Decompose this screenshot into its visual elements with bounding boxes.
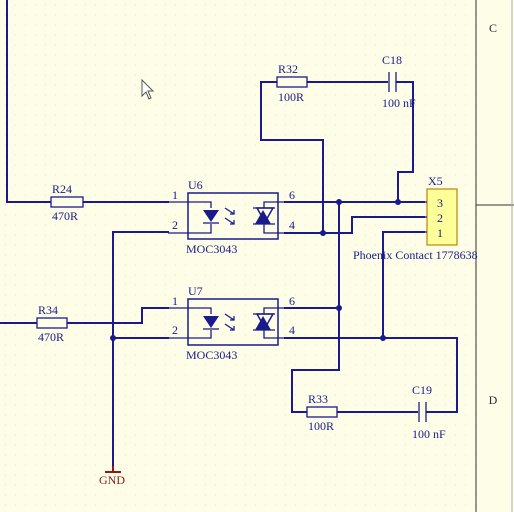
capacitor-c19-value: 100 nF [412,427,446,441]
resistor-r34[interactable]: R34 470R [36,303,68,344]
u7-pin4-number: 4 [289,323,295,337]
x5-ref: X5 [428,174,443,188]
u7-pin6-number: 6 [289,294,295,308]
resistor-r33-ref: R33 [308,392,328,406]
u6-part: MOC3043 [186,242,237,256]
u7-pin2-number: 2 [172,323,178,337]
zone-label-d: D [489,393,498,407]
junction-dots [110,199,401,341]
optocoupler-u6[interactable]: 1 2 6 4 U6 MOC3043 [168,178,300,256]
capacitor-c18-value: 100 nF [382,96,416,110]
resistor-r32-ref: R32 [278,62,298,76]
x5-pin-2: 2 [437,211,443,225]
u7-pin1-number: 1 [172,294,178,308]
wires [0,0,458,473]
mouse-pointer-icon [141,78,155,100]
sheet-border [475,0,514,512]
u6-ref: U6 [188,178,203,192]
ground-symbol[interactable]: GND [99,466,125,487]
u6-pin6-number: 6 [289,188,295,202]
resistor-r33-value: 100R [308,419,334,433]
resistor-r33[interactable]: R33 100R [306,392,338,433]
capacitor-c19-ref: C19 [412,383,432,397]
x5-pin-1: 1 [437,226,443,240]
x5-pin-3: 3 [437,196,443,210]
u7-ref: U7 [188,284,203,298]
resistor-r34-value: 470R [38,330,64,344]
u7-part: MOC3043 [186,348,237,362]
capacitor-c18-ref: C18 [382,53,402,67]
resistor-r32-value: 100R [278,90,304,104]
resistor-r24[interactable]: R24 470R [50,182,84,223]
zone-label-c: C [489,21,497,35]
u6-pin1-number: 1 [172,188,178,202]
resistor-r32[interactable]: R32 100R [276,62,308,104]
resistor-r34-ref: R34 [38,303,58,317]
resistor-r24-value: 470R [52,209,78,223]
u6-pin2-number: 2 [172,218,178,232]
optocoupler-u7[interactable]: 1 2 6 4 U7 MOC3043 [168,284,300,362]
resistor-r24-ref: R24 [52,182,72,196]
schematic-sheet[interactable]: C D R24 470R R34 470R R32 100R R33 100R … [0,0,514,512]
u6-pin4-number: 4 [289,218,295,232]
ground-label: GND [99,473,125,487]
x5-part: Phoenix Contact 1778638 [353,248,478,262]
